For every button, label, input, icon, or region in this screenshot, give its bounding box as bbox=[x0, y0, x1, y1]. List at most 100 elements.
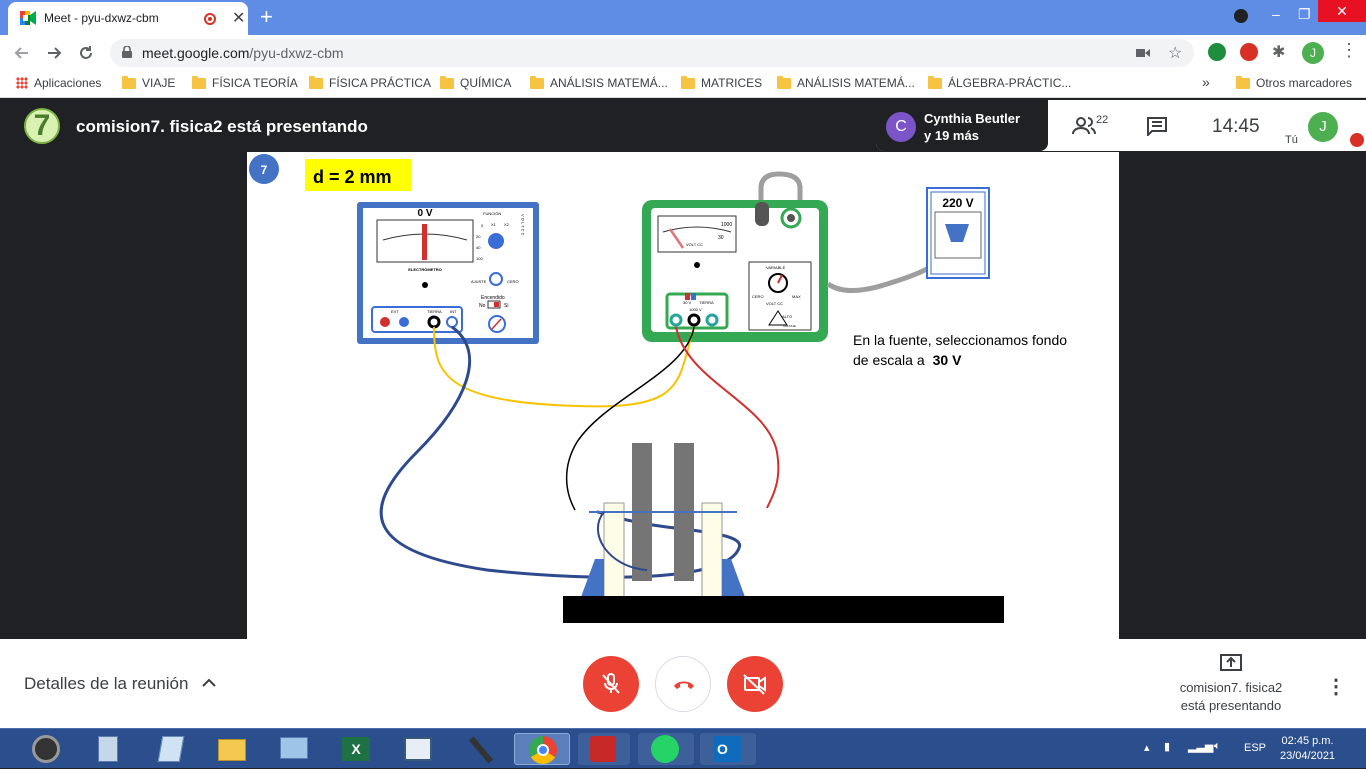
publisher-app-icon[interactable] bbox=[396, 733, 440, 765]
electrometer: 0 V ELECTRÓMETRO FUNCIÓN 0 X1 X2 20 40 1… bbox=[357, 202, 539, 344]
terminal-blue bbox=[399, 317, 409, 327]
bookmark-star-icon[interactable]: ☆ bbox=[1168, 43, 1182, 63]
source-cero: CERO bbox=[752, 294, 764, 299]
volume-icon[interactable]: 🔈︎ bbox=[1214, 740, 1221, 753]
bookmark-folder[interactable]: FÍSICA TEORÍA bbox=[192, 75, 298, 90]
recording-indicator-icon bbox=[204, 13, 216, 25]
mic-toggle-button[interactable] bbox=[583, 656, 639, 712]
camera-off-icon bbox=[743, 674, 766, 695]
calculator-app-icon[interactable] bbox=[86, 733, 130, 765]
extension-check-icon[interactable] bbox=[1208, 43, 1226, 61]
people-icon[interactable] bbox=[1072, 116, 1096, 136]
folder-icon bbox=[928, 75, 942, 89]
participant-avatar: C bbox=[886, 112, 916, 142]
participant-names: Cynthia Beutler y 19 más bbox=[924, 110, 1020, 144]
bookmark-label: QUÍMICA bbox=[460, 76, 512, 90]
bookmarks-bar: Aplicaciones VIAJE FÍSICA TEORÍA FÍSICA … bbox=[0, 70, 1366, 98]
bookmark-label: Aplicaciones bbox=[34, 76, 102, 90]
voltage-source: 1000 30 VOLT CC VARIABLE CERO MAX VOLT C… bbox=[642, 171, 939, 342]
cero-label: CERO bbox=[507, 279, 519, 284]
power-switch-knob bbox=[494, 302, 499, 307]
show-hidden-icons-icon[interactable]: ▴ bbox=[1144, 741, 1150, 754]
excel-app-icon[interactable]: X bbox=[334, 733, 378, 765]
leave-call-button[interactable] bbox=[655, 656, 711, 712]
camera-access-icon[interactable] bbox=[1136, 48, 1150, 58]
source-volt-cc2: VOLT CC bbox=[766, 301, 783, 306]
url-text: meet.google.com/pyu-dxwz-cbm bbox=[142, 45, 344, 61]
electrometer-reading: 0 V bbox=[417, 208, 432, 219]
ajuste-label: AJUSTE bbox=[471, 279, 487, 284]
profile-avatar[interactable]: J bbox=[1302, 42, 1324, 64]
extension-stop-icon[interactable] bbox=[1240, 43, 1258, 61]
bookmark-folder[interactable]: ANÁLISIS MATEMÁ... bbox=[530, 75, 668, 90]
self-avatar[interactable]: J bbox=[1308, 112, 1338, 142]
back-arrow-icon[interactable] bbox=[14, 45, 30, 61]
chat-icon[interactable] bbox=[1146, 116, 1168, 136]
profile-menu-icon[interactable] bbox=[1234, 9, 1248, 23]
variable-label: VARIABLE bbox=[766, 265, 786, 270]
folder-icon bbox=[1236, 75, 1250, 89]
terminal-ext bbox=[380, 317, 390, 327]
new-tab-button[interactable]: + bbox=[260, 4, 273, 30]
battery-icon[interactable]: ▮ bbox=[1164, 740, 1170, 753]
close-window-button[interactable]: ✕ bbox=[1318, 0, 1366, 22]
note-value: 30 V bbox=[933, 352, 962, 368]
camera-toggle-button[interactable] bbox=[727, 656, 783, 712]
scale-mark: X1 bbox=[491, 222, 497, 227]
network-signal-icon[interactable]: ▂▃▅ bbox=[1188, 740, 1213, 753]
bookmark-folder[interactable]: ÁLGEBRA-PRÁCTIC... bbox=[928, 75, 1071, 90]
tab-close-button[interactable]: ✕ bbox=[232, 8, 245, 28]
presentation-slide: 7 d = 2 mm 0 V ELECTRÓMETRO FUNCIÓN 0 X1… bbox=[247, 152, 1119, 639]
whatsapp-app-icon[interactable] bbox=[638, 733, 694, 765]
bookmark-folder[interactable]: MATRICES bbox=[681, 75, 762, 90]
meeting-details-button[interactable]: Detalles de la reunión bbox=[24, 674, 217, 694]
alto-label: ALTO bbox=[782, 314, 792, 319]
chrome-menu-icon[interactable]: ⋮ bbox=[1340, 40, 1358, 61]
minimize-button[interactable]: – bbox=[1272, 6, 1280, 22]
slide-diagram: 7 d = 2 mm 0 V ELECTRÓMETRO FUNCIÓN 0 X1… bbox=[249, 154, 1067, 623]
restore-button[interactable]: ❐ bbox=[1298, 6, 1311, 23]
insulating-stand-right bbox=[701, 502, 723, 598]
acrobat-app-icon[interactable] bbox=[578, 733, 630, 765]
forward-arrow-icon[interactable] bbox=[46, 45, 62, 61]
more-options-icon[interactable]: ⋮ bbox=[1326, 674, 1346, 699]
reload-icon[interactable] bbox=[78, 45, 94, 61]
bookmark-folder[interactable]: QUÍMICA bbox=[440, 75, 512, 90]
tab-meet[interactable]: Meet - pyu-dxwz-cbm ✕ bbox=[8, 2, 248, 35]
chevron-up-icon bbox=[202, 678, 216, 687]
switch-no-label: No bbox=[479, 303, 486, 309]
bookmark-label: FÍSICA TEORÍA bbox=[212, 76, 298, 90]
presenting-status[interactable]: comision7. fisica2 está presentando bbox=[1162, 679, 1300, 715]
control-panel-app-icon[interactable] bbox=[272, 733, 316, 765]
bookmark-apps[interactable]: Aplicaciones bbox=[16, 76, 101, 90]
extensions-puzzle-icon[interactable]: ✱ bbox=[1272, 42, 1285, 62]
bookmarks-overflow-button[interactable]: » bbox=[1202, 74, 1210, 90]
bookmark-folder[interactable]: FÍSICA PRÁCTICA bbox=[309, 75, 432, 90]
encendido-label: Encendido bbox=[481, 295, 505, 301]
distance-label: d = 2 mm bbox=[313, 167, 392, 187]
bookmark-label: FÍSICA PRÁCTICA bbox=[329, 76, 432, 90]
source-terminal-label: 30 V bbox=[683, 300, 692, 305]
microphone-app-icon[interactable] bbox=[458, 733, 502, 765]
meet-control-bar: Detalles de la reunión comision7. fisica… bbox=[0, 639, 1366, 728]
source-terminal-label: TIERRA bbox=[699, 300, 714, 305]
bookmark-other[interactable]: Otros marcadores bbox=[1236, 75, 1352, 90]
electrometer-brand: ELECTRÓMETRO bbox=[408, 267, 442, 272]
bookmark-folder[interactable]: VIAJE bbox=[122, 75, 176, 90]
language-indicator[interactable]: ESP bbox=[1244, 742, 1266, 754]
participant-chip[interactable]: C Cynthia Beutler y 19 más bbox=[876, 100, 1048, 151]
notepad-app-icon[interactable] bbox=[148, 733, 192, 765]
source-scale-max: 1000 bbox=[721, 222, 732, 228]
camera-app-icon[interactable] bbox=[24, 733, 68, 765]
address-bar[interactable]: meet.google.com/pyu-dxwz-cbm ☆ bbox=[110, 39, 1194, 67]
chrome-app-icon[interactable] bbox=[514, 733, 570, 765]
explorer-app-icon[interactable] bbox=[210, 733, 254, 765]
bookmark-folder[interactable]: ANÁLISIS MATEMÁ... bbox=[777, 75, 915, 90]
meet-top-right-panel: C Cynthia Beutler y 19 más 22 14:45 Tú J bbox=[876, 100, 1366, 151]
taskbar-clock[interactable]: 02:45 p.m. 23/04/2021 bbox=[1280, 734, 1335, 764]
wall-outlet: 220 V bbox=[926, 187, 990, 279]
folder-icon bbox=[122, 75, 136, 89]
bookmark-label: VIAJE bbox=[142, 76, 176, 90]
presenter-title: comision7. fisica2 está presentando bbox=[76, 117, 368, 136]
outlook-app-icon[interactable]: O bbox=[700, 733, 756, 765]
